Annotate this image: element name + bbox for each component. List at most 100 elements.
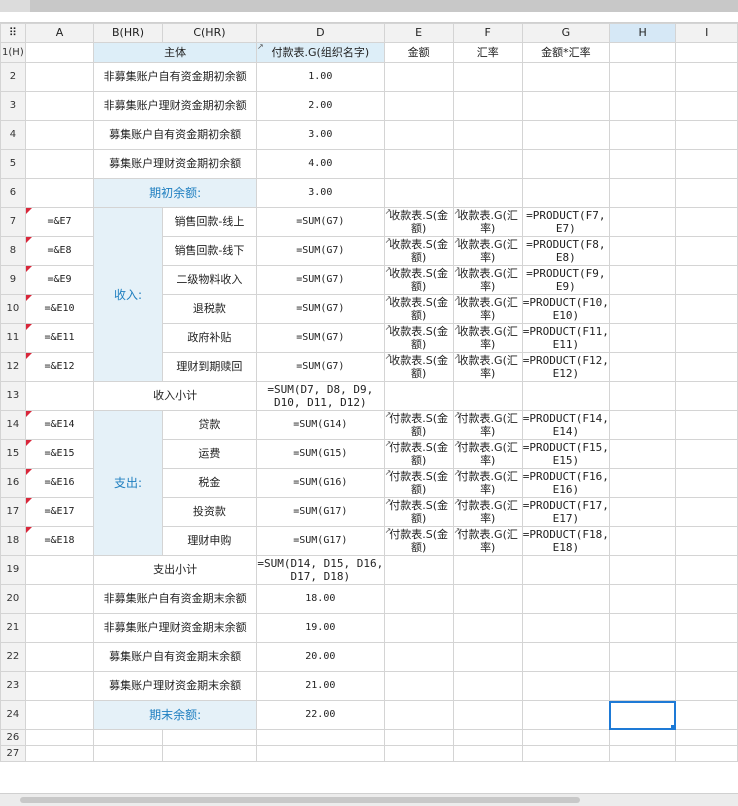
cell[interactable]	[608, 497, 677, 527]
item-label-cell[interactable]: 销售回款-线上	[161, 207, 258, 237]
cell[interactable]	[608, 120, 677, 150]
cell[interactable]	[24, 91, 95, 121]
row-header[interactable]: 8	[0, 236, 26, 266]
column-header-i[interactable]: I	[675, 23, 738, 43]
scrollbar-thumb[interactable]	[20, 797, 580, 803]
cell[interactable]	[675, 323, 738, 353]
row-header[interactable]: 11	[0, 323, 26, 353]
cell[interactable]	[608, 729, 677, 746]
formula-cell-g[interactable]: =PRODUCT(F15, E15)	[521, 439, 610, 469]
formula-cell-d[interactable]: =SUM(G7)	[256, 265, 385, 295]
formula-cell-g[interactable]: =PRODUCT(F17, E17)	[521, 497, 610, 527]
cell[interactable]	[675, 497, 738, 527]
cell[interactable]	[608, 149, 677, 179]
cell[interactable]	[452, 745, 523, 762]
formula-cell-g[interactable]: =PRODUCT(F9, E9)	[521, 265, 610, 295]
cell[interactable]	[675, 439, 738, 469]
cell[interactable]	[675, 700, 738, 730]
row-header[interactable]: 9	[0, 265, 26, 295]
item-label-cell[interactable]: 销售回款-线下	[161, 236, 258, 266]
formula-cell-d[interactable]: =SUM(G15)	[256, 439, 385, 469]
field-cell-f[interactable]: ↗ 收款表.G(汇率)	[452, 323, 523, 353]
formula-cell-a[interactable]: =&E8	[24, 236, 95, 266]
cell[interactable]	[608, 352, 677, 382]
cell[interactable]	[675, 352, 738, 382]
cell[interactable]	[675, 410, 738, 440]
formula-cell-g[interactable]: =PRODUCT(F11, E11)	[521, 323, 610, 353]
item-label-cell[interactable]: 运费	[161, 439, 258, 469]
item-label-cell[interactable]: 退税款	[161, 294, 258, 324]
select-all-corner[interactable]: ⠿	[0, 23, 26, 43]
formula-cell-a[interactable]: =&E16	[24, 468, 95, 498]
field-cell-f[interactable]: ↗ 付款表.G(汇率)	[452, 468, 523, 498]
cell[interactable]	[608, 62, 677, 92]
item-label-cell[interactable]: 理财到期赎回	[161, 352, 258, 382]
cell[interactable]	[521, 613, 610, 643]
cell[interactable]	[452, 729, 523, 746]
cell[interactable]	[24, 178, 95, 208]
cell[interactable]	[452, 120, 523, 150]
cell[interactable]	[521, 671, 610, 701]
label-cell[interactable]: 非募集账户自有资金期初余额	[93, 62, 258, 92]
formula-cell-a[interactable]: =&E14	[24, 410, 95, 440]
field-cell-f[interactable]: ↗ 付款表.G(汇率)	[452, 410, 523, 440]
cell[interactable]	[608, 207, 677, 237]
value-cell[interactable]: 4.00	[256, 149, 385, 179]
item-label-cell[interactable]: 投资款	[161, 497, 258, 527]
cell[interactable]	[24, 149, 95, 179]
cell[interactable]	[675, 120, 738, 150]
cell[interactable]	[521, 555, 610, 585]
formula-cell-d[interactable]: =SUM(G7)	[256, 352, 385, 382]
cell[interactable]	[93, 729, 163, 746]
formula-cell-a[interactable]: =&E10	[24, 294, 95, 324]
cell[interactable]	[608, 439, 677, 469]
cell[interactable]	[383, 642, 454, 672]
field-cell-f[interactable]: ↗ 收款表.G(汇率)	[452, 294, 523, 324]
column-header-e[interactable]: E	[383, 23, 454, 43]
income-subtotal-label[interactable]: 收入小计	[93, 381, 258, 411]
formula-cell-a[interactable]: =&E11	[24, 323, 95, 353]
column-header-h[interactable]: H	[608, 23, 677, 43]
cell[interactable]	[24, 62, 95, 92]
cell[interactable]	[383, 613, 454, 643]
cell[interactable]	[24, 700, 95, 730]
row-header[interactable]: 16	[0, 468, 26, 498]
field-cell-e[interactable]: ↗ 收款表.S(金额)	[383, 236, 454, 266]
cell[interactable]	[675, 526, 738, 556]
cell[interactable]	[521, 729, 610, 746]
formula-cell-a[interactable]: =&E15	[24, 439, 95, 469]
cell[interactable]	[452, 381, 523, 411]
item-label-cell[interactable]: 贷款	[161, 410, 258, 440]
cell[interactable]	[675, 62, 738, 92]
cell[interactable]	[24, 613, 95, 643]
field-cell-e[interactable]: ↗ 收款表.S(金额)	[383, 265, 454, 295]
cell[interactable]	[24, 555, 95, 585]
cell[interactable]	[24, 42, 95, 63]
field-cell-e[interactable]: ↗ 付款表.S(金额)	[383, 526, 454, 556]
cell[interactable]	[24, 642, 95, 672]
cell[interactable]	[608, 555, 677, 585]
value-cell[interactable]: 3.00	[256, 178, 385, 208]
formula-cell-d[interactable]: =SUM(G17)	[256, 497, 385, 527]
formula-cell-a[interactable]: =&E17	[24, 497, 95, 527]
row-header[interactable]: 20	[0, 584, 26, 614]
cell[interactable]	[608, 265, 677, 295]
row-header[interactable]: 23	[0, 671, 26, 701]
formula-cell-g[interactable]: =PRODUCT(F7, E7)	[521, 207, 610, 237]
cell[interactable]	[383, 381, 454, 411]
row-header[interactable]: 13	[0, 381, 26, 411]
cell[interactable]	[521, 178, 610, 208]
formula-cell-d[interactable]: =SUM(G7)	[256, 294, 385, 324]
cell[interactable]	[452, 642, 523, 672]
cell[interactable]	[452, 178, 523, 208]
header-cell-main[interactable]: 主体	[93, 42, 258, 63]
cell[interactable]	[675, 207, 738, 237]
cell[interactable]	[24, 729, 95, 746]
cell[interactable]	[256, 745, 385, 762]
value-cell[interactable]: 1.00	[256, 62, 385, 92]
header-cell-e[interactable]: 金额	[383, 42, 454, 63]
cell[interactable]	[521, 91, 610, 121]
cell[interactable]	[452, 555, 523, 585]
item-label-cell[interactable]: 税金	[161, 468, 258, 498]
formula-cell-d[interactable]: =SUM(G7)	[256, 207, 385, 237]
